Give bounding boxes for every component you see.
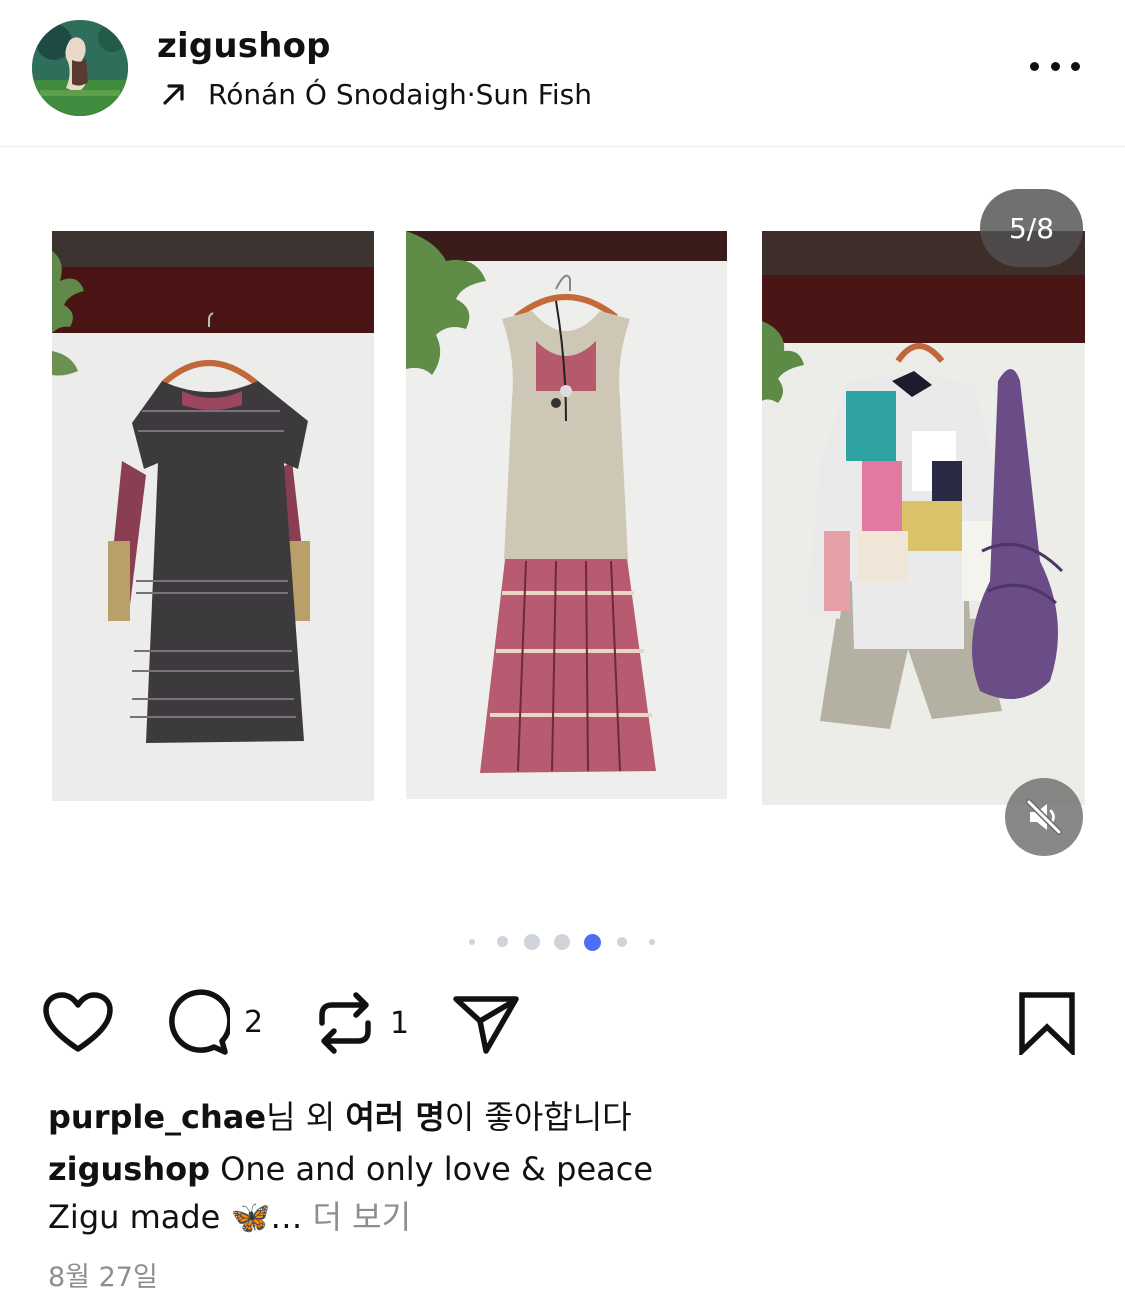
more-dot bbox=[1071, 61, 1080, 71]
post-caption: zigushop One and only love & peace Zigu … bbox=[48, 1145, 1088, 1241]
send-icon bbox=[453, 996, 519, 1054]
repost-button[interactable]: 1 bbox=[314, 989, 409, 1057]
photo-patchwork-shirt bbox=[762, 231, 1085, 805]
likes-summary[interactable]: purple_chae님 외 여러 명이 좋아합니다 bbox=[48, 1092, 632, 1138]
post-header: zigushop Rónán Ó Snodaigh · Sun Fish bbox=[0, 0, 1125, 147]
carousel-indicator bbox=[0, 932, 1125, 952]
save-button[interactable] bbox=[1018, 991, 1076, 1055]
caption-username[interactable]: zigushop bbox=[48, 1150, 210, 1188]
profile-avatar[interactable] bbox=[32, 20, 128, 116]
more-options-icon[interactable] bbox=[1030, 52, 1080, 80]
carousel-dot bbox=[524, 934, 540, 950]
carousel-dot-active bbox=[584, 934, 601, 951]
carousel-dot bbox=[554, 934, 570, 950]
like-button[interactable] bbox=[42, 991, 114, 1055]
carousel-dot bbox=[617, 937, 627, 947]
caption-more-link[interactable]: 더 보기 bbox=[302, 1198, 412, 1236]
carousel-counter: 5/8 bbox=[980, 189, 1083, 267]
more-dot bbox=[1050, 61, 1060, 71]
likes-others[interactable]: 여러 명 bbox=[345, 1098, 444, 1136]
repost-count: 1 bbox=[390, 1005, 410, 1041]
caption-text-line2: Zigu made 🦋… bbox=[48, 1198, 303, 1236]
action-bar: 2 1 bbox=[0, 985, 1125, 1065]
liker-username[interactable]: purple_chae bbox=[48, 1098, 266, 1136]
photo-dress bbox=[52, 231, 374, 801]
caption-text: One and only love & peace bbox=[210, 1150, 654, 1188]
comment-count: 2 bbox=[244, 1004, 264, 1040]
photo-tank-skirt bbox=[406, 231, 727, 799]
music-artist: Rónán Ó Snodaigh bbox=[208, 77, 467, 111]
comment-button[interactable]: 2 bbox=[164, 989, 263, 1055]
post-date: 8월 27일 bbox=[48, 1262, 158, 1293]
post-media[interactable]: 5/8 bbox=[0, 148, 1125, 908]
likes-text-part2: 이 좋아합니다 bbox=[444, 1098, 632, 1136]
avatar-image bbox=[32, 20, 128, 116]
speaker-muted-icon bbox=[1026, 799, 1062, 835]
music-title: Sun Fish bbox=[475, 77, 592, 111]
carousel-dot bbox=[649, 939, 655, 945]
carousel-dot bbox=[469, 939, 475, 945]
mute-button[interactable] bbox=[1005, 778, 1083, 856]
arrow-up-right-icon bbox=[163, 84, 184, 105]
music-separator: · bbox=[466, 77, 476, 111]
bookmark-icon bbox=[1019, 992, 1075, 1055]
share-button[interactable] bbox=[452, 993, 520, 1055]
carousel-dot bbox=[497, 936, 508, 947]
post-username[interactable]: zigushop bbox=[157, 26, 331, 66]
heart-icon bbox=[43, 992, 113, 1052]
music-attribution[interactable]: Rónán Ó Snodaigh · Sun Fish bbox=[160, 76, 592, 112]
more-dot bbox=[1030, 61, 1039, 71]
repost-icon bbox=[319, 992, 371, 1054]
comment-bubble-icon bbox=[169, 989, 230, 1055]
likes-text-part1: 님 외 bbox=[266, 1098, 346, 1136]
